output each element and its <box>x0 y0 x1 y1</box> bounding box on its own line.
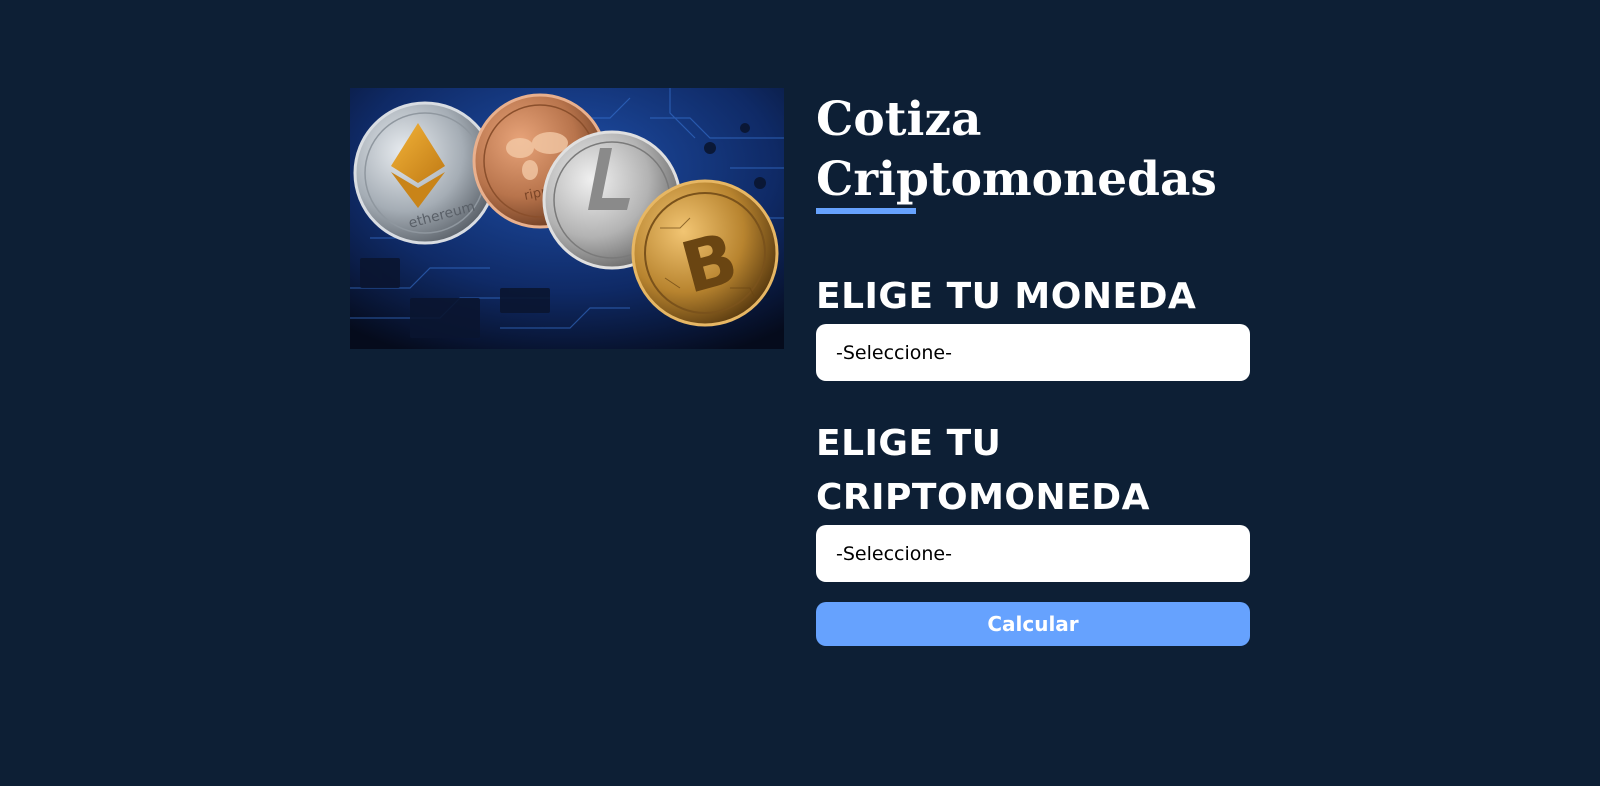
currency-select-value: -Seleccione- <box>836 341 952 364</box>
converter-form: Cotiza Criptomonedas ELIGE TU MONEDA -Se… <box>816 90 1250 646</box>
calculate-button[interactable]: Calcular <box>816 602 1250 646</box>
crypto-coins-image: ethereum ripple B <box>350 88 784 349</box>
page: ethereum ripple B Cotiza Criptomonedas E… <box>0 0 1600 786</box>
currency-select[interactable]: -Seleccione- <box>816 324 1250 381</box>
crypto-label: ELIGE TU CRIPTOMONEDA <box>816 423 1150 518</box>
crypto-select[interactable]: -Seleccione- <box>816 525 1250 582</box>
currency-label: ELIGE TU MONEDA <box>816 276 1197 317</box>
crypto-select-value: -Seleccione- <box>836 542 952 565</box>
page-title: Cotiza Criptomonedas <box>816 92 1217 207</box>
